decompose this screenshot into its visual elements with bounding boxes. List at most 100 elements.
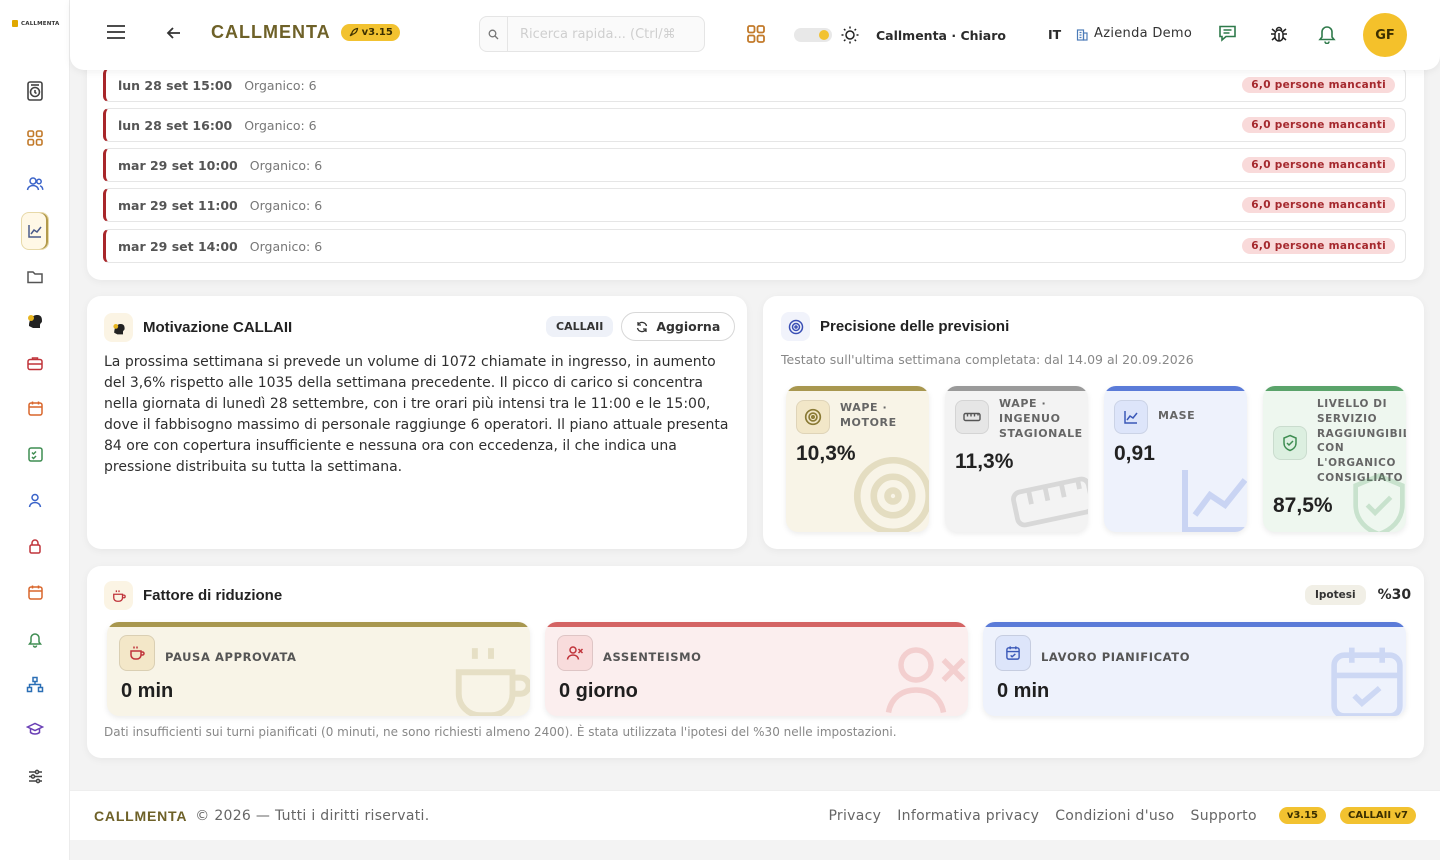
footer-brand: CALLMENTA xyxy=(94,807,188,824)
grid-icon xyxy=(27,130,43,146)
sidebar-item-users[interactable] xyxy=(21,170,49,198)
notifications-button[interactable] xyxy=(1318,24,1336,44)
ai-head-icon xyxy=(28,315,42,328)
folder-icon xyxy=(27,271,43,284)
calendar-icon xyxy=(27,401,43,416)
org-chart-icon xyxy=(26,676,44,692)
line-chart-icon xyxy=(28,225,42,238)
line-chart-icon xyxy=(1124,411,1138,424)
kpi-mase: MASE 0,91 xyxy=(1104,386,1247,532)
arrow-left-icon xyxy=(166,27,180,39)
missing-badge: 6,0 persone mancanti xyxy=(1242,157,1395,173)
line-chart-watermark-icon xyxy=(1182,470,1247,532)
footer-link-privacy-notice[interactable]: Informativa privacy xyxy=(897,808,1039,824)
bell-icon xyxy=(28,632,42,648)
shortage-row: mar 29 set 10:00 Organico: 6 6,0 persone… xyxy=(103,148,1406,182)
calendar-icon xyxy=(27,585,43,600)
missing-badge: 6,0 persone mancanti xyxy=(1242,197,1395,213)
bug-icon xyxy=(1271,26,1287,42)
search-input[interactable] xyxy=(508,26,698,42)
sidebar-item-ai[interactable] xyxy=(21,306,49,334)
shortage-row: mar 29 set 14:00 Organico: 6 6,0 persone… xyxy=(103,229,1406,263)
calendar-watermark-icon xyxy=(1331,647,1403,716)
hypothesis-badge: Ipotesi xyxy=(1305,585,1366,605)
kpi-wape-naive: WAPE · INGENUO STAGIONALE 11,3% xyxy=(945,386,1088,532)
refresh-button[interactable]: Aggiorna xyxy=(621,312,736,341)
lock-icon xyxy=(29,538,41,554)
apps-button[interactable] xyxy=(746,24,766,44)
company-selector[interactable]: Azienda Demo xyxy=(1076,26,1192,41)
shortage-row: mar 29 set 11:00 Organico: 6 6,0 persone… xyxy=(103,188,1406,222)
missing-badge: 6,0 persone mancanti xyxy=(1242,77,1395,93)
sidebar-item-org[interactable] xyxy=(21,670,49,698)
language-selector[interactable]: IT xyxy=(1048,27,1061,42)
chat-button[interactable] xyxy=(1218,24,1237,42)
sidebar-item-notifications[interactable] xyxy=(21,625,49,653)
app-logo[interactable]: CALLMENTA xyxy=(12,20,60,27)
version-badge: v3.15 xyxy=(340,24,400,41)
chat-icon xyxy=(1219,25,1236,42)
callaii-badge: CALLAII xyxy=(546,316,614,337)
quick-search xyxy=(479,16,705,52)
motivation-text: La prossima settimana si prevede un volu… xyxy=(104,354,729,475)
kpi-approved-break: PAUSA APPROVATA 0 min xyxy=(107,622,530,716)
ruler-watermark-icon xyxy=(1011,476,1088,528)
menu-button[interactable] xyxy=(106,24,126,40)
logo-mark-icon xyxy=(12,20,18,27)
footer-link-support[interactable]: Supporto xyxy=(1191,808,1257,824)
footer-link-terms[interactable]: Condizioni d'uso xyxy=(1055,808,1174,824)
sidebar-item-schedule[interactable] xyxy=(21,440,49,468)
sun-icon xyxy=(841,26,859,44)
kpi-planned-work: LAVORO PIANIFICATO 0 min xyxy=(983,622,1406,716)
sidebar-item-timer[interactable] xyxy=(21,77,49,105)
top-bar: CALLMENTA v3.15 Callmenta · Chiaro IT Az… xyxy=(70,0,1440,70)
motivation-title: Motivazione CALLAII xyxy=(104,313,292,342)
building-icon xyxy=(1076,28,1088,41)
ai-head-icon xyxy=(112,323,125,334)
sidebar-item-settings[interactable] xyxy=(21,762,49,790)
sidebar-item-files[interactable] xyxy=(21,263,49,291)
sidebar-item-dashboard[interactable] xyxy=(21,124,49,152)
graduation-cap-icon xyxy=(26,722,44,735)
target-icon xyxy=(804,408,822,426)
kpi-wape-engine: WAPE · MOTORE 10,3% xyxy=(786,386,929,532)
sidebar-item-analytics[interactable] xyxy=(21,212,49,250)
coffee-icon xyxy=(130,646,145,660)
target-watermark-icon xyxy=(853,456,929,532)
footer-ai-version-badge: CALLAII v7 xyxy=(1340,807,1416,824)
user-avatar[interactable]: GF xyxy=(1363,13,1407,57)
reduction-value: %30 xyxy=(1377,587,1412,603)
missing-badge: 6,0 persone mancanti xyxy=(1242,117,1395,133)
reduction-note: Dati insufficienti sui turni pianificati… xyxy=(104,725,897,739)
accuracy-subtitle: Testato sull'ultima settimana completata… xyxy=(781,352,1194,367)
target-icon xyxy=(788,319,803,334)
reduction-title: Fattore di riduzione xyxy=(104,581,282,610)
users-icon xyxy=(26,177,44,191)
calendar-check-icon xyxy=(1006,646,1020,660)
search-button[interactable] xyxy=(480,17,508,51)
bug-report-button[interactable] xyxy=(1269,24,1289,44)
coffee-watermark-icon xyxy=(455,648,530,716)
sidebar: CALLMENTA xyxy=(0,0,70,860)
sidebar-item-jobs[interactable] xyxy=(21,349,49,377)
back-button[interactable] xyxy=(166,25,182,41)
user-x-watermark-icon xyxy=(885,647,966,714)
footer-link-privacy[interactable]: Privacy xyxy=(828,808,881,824)
coffee-icon xyxy=(112,589,126,602)
sidebar-item-calendar[interactable] xyxy=(21,394,49,422)
ruler-icon xyxy=(963,412,981,422)
calendar-check-icon xyxy=(27,446,43,462)
apps-grid-icon xyxy=(747,25,765,43)
briefcase-icon xyxy=(27,356,43,370)
sidebar-item-profile[interactable] xyxy=(21,486,49,514)
sidebar-item-events[interactable] xyxy=(21,578,49,606)
sidebar-item-security[interactable] xyxy=(21,532,49,560)
shield-check-icon xyxy=(1283,434,1297,452)
hamburger-icon xyxy=(107,25,125,39)
accuracy-title: Precisione delle previsioni xyxy=(781,312,1009,341)
sidebar-item-training[interactable] xyxy=(21,715,49,743)
refresh-icon xyxy=(637,321,648,332)
theme-label: Callmenta · Chiaro xyxy=(876,27,1006,43)
theme-toggle[interactable] xyxy=(794,28,832,42)
footer: CALLMENTA © 2026 — Tutti i diritti riser… xyxy=(70,790,1440,840)
